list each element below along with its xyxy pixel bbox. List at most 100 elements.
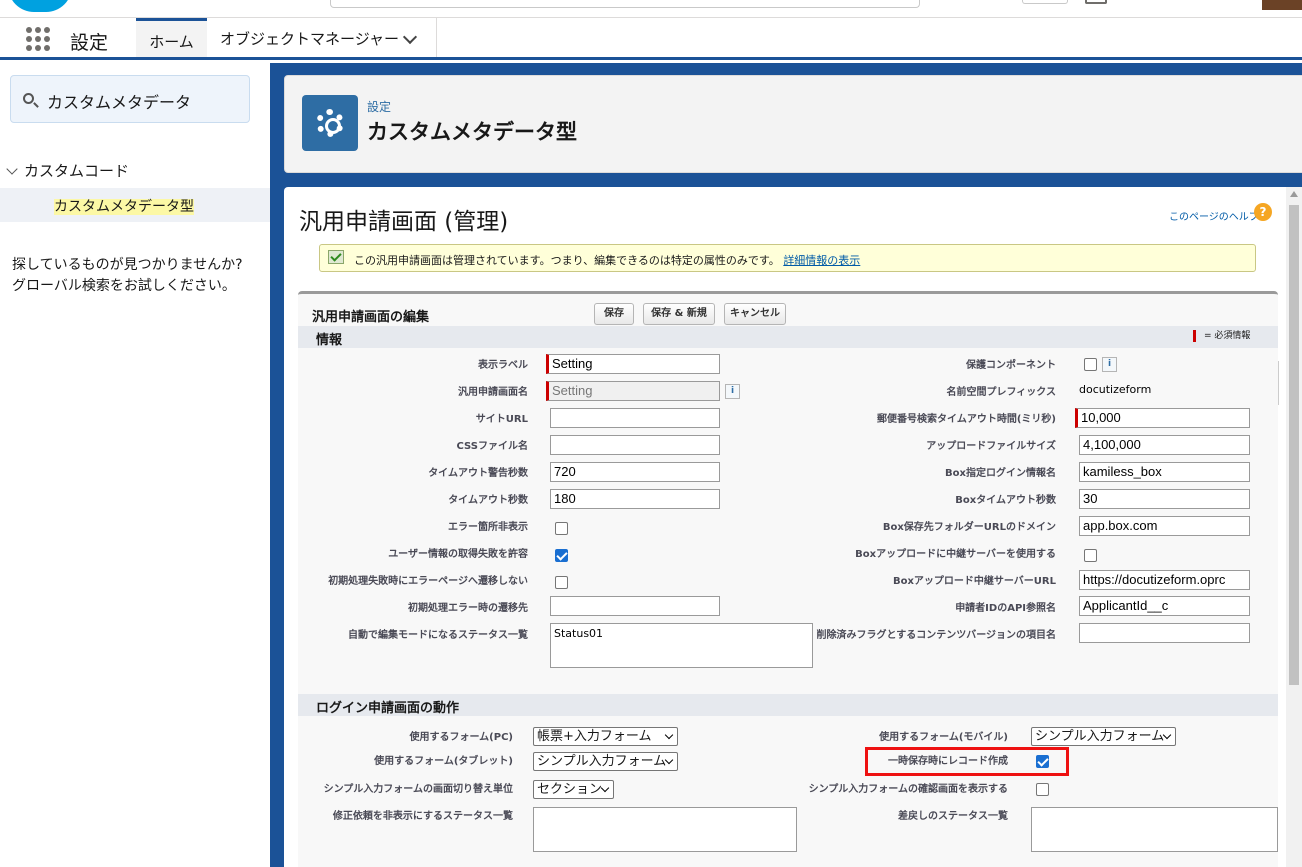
tab-home[interactable]: ホーム	[136, 18, 207, 57]
display-label-input[interactable]: Setting	[546, 354, 720, 374]
auto-edit-status-textarea[interactable]: Status01	[550, 623, 813, 668]
chevron-down-icon[interactable]	[402, 29, 418, 45]
favorites-button[interactable]	[1022, 0, 1068, 4]
no-error-page-checkbox[interactable]	[555, 576, 568, 589]
zip-timeout-input[interactable]: 10,000	[1075, 408, 1250, 428]
main-area: 設定 カスタムメタデータ型 汎用申請画面 (管理) このページのヘルプ ? この…	[270, 63, 1302, 867]
setup-sidebar: カスタムメタデータ カスタムコード カスタムメタデータ型 探しているものが見つか…	[0, 63, 270, 867]
salesforce-logo[interactable]	[8, 0, 72, 12]
record-title: 汎用申請画面 (管理)	[299, 209, 509, 235]
field-label: 削除済みフラグとするコンテンツバージョンの項目名	[816, 630, 1057, 641]
form-tablet-select[interactable]: シンプル入力フォーム	[533, 752, 678, 771]
field-label: サイトURL	[475, 414, 528, 425]
field-label: CSSファイル名	[456, 441, 528, 452]
namespace-value: docutizeform	[1079, 383, 1152, 396]
upload-size-input[interactable]: 4,100,000	[1079, 435, 1250, 455]
field-label: Boxアップロード中継サーバーURL	[892, 576, 1056, 587]
info-icon[interactable]: i	[1102, 357, 1117, 372]
not-found-line: 探しているものが見つかりませんか?	[12, 257, 243, 273]
avatar[interactable]	[1262, 0, 1302, 10]
search-icon	[23, 93, 34, 104]
field-label: 差戻しのステータス一覧	[898, 811, 1008, 822]
deleted-flag-input[interactable]	[1079, 623, 1250, 643]
save-new-button[interactable]: 保存 & 新規	[643, 303, 715, 325]
timeout-input[interactable]: 180	[550, 489, 720, 509]
section-title: 情報	[316, 333, 343, 348]
box-timeout-input[interactable]: 30	[1079, 489, 1250, 509]
quick-find-input[interactable]: カスタムメタデータ	[10, 75, 250, 123]
form-pc-select[interactable]: 帳票+入力フォーム	[533, 727, 678, 746]
global-header	[0, 0, 1302, 18]
field-label: シンプル入力フォームの画面切り替え単位	[323, 784, 513, 795]
field-label: 郵便番号検索タイムアウト時間(ミリ秒)	[877, 414, 1056, 425]
cancel-button[interactable]: キャンセル	[724, 303, 786, 325]
field-label: 表示ラベル	[478, 360, 528, 371]
field-label: Boxタイムアウト秒数	[955, 495, 1056, 506]
vertical-scrollbar[interactable]	[1286, 187, 1302, 867]
switch-unit-select[interactable]: セクション	[533, 780, 614, 799]
css-file-input[interactable]	[550, 435, 720, 455]
app-launcher-icon[interactable]	[26, 27, 50, 51]
app-name: 設定	[70, 32, 109, 54]
info-check-icon	[328, 250, 344, 264]
section-header-login: ログイン申請画面の動作	[298, 694, 1278, 716]
required-legend: = 必須情報	[1193, 330, 1250, 342]
tab-object-manager[interactable]: オブジェクトマネージャー	[207, 18, 437, 57]
init-error-dest-input[interactable]	[550, 596, 720, 616]
save-button[interactable]: 保存	[594, 303, 634, 325]
site-url-input[interactable]	[550, 408, 720, 428]
form-mobile-select[interactable]: シンプル入力フォーム	[1031, 727, 1176, 746]
info-message: この汎用申請画面は管理されています。つまり、編集できるのは特定の属性のみです。 …	[319, 244, 1256, 272]
box-domain-input[interactable]: app.box.com	[1079, 516, 1250, 536]
field-label: 修正依頼を非表示にするステータス一覧	[332, 811, 513, 822]
help-icon[interactable]	[1085, 0, 1107, 4]
not-found-hint: 探しているものが見つかりませんか? グローバル検索をお試しください。	[12, 255, 262, 297]
annotation-highlight-box	[865, 747, 1069, 776]
field-label: ユーザー情報の取得失敗を許容	[388, 549, 528, 560]
details-link[interactable]: 詳細情報の表示	[783, 254, 860, 267]
hide-error-checkbox[interactable]	[555, 522, 568, 535]
field-label: 初期処理エラー時の遷移先	[408, 603, 528, 614]
box-login-input[interactable]: kamiless_box	[1079, 462, 1250, 482]
box-relay-url-input[interactable]: https://docutizeform.oprc	[1079, 570, 1250, 590]
field-label: 自動で編集モードになるステータス一覧	[348, 630, 528, 641]
content-panel: 汎用申請画面 (管理) このページのヘルプ ? この汎用申請画面は管理されていま…	[284, 187, 1302, 867]
page-header: 設定 カスタムメタデータ型	[284, 75, 1302, 173]
info-icon[interactable]: i	[725, 384, 740, 399]
edit-form-title: 汎用申請画面の編集	[312, 310, 430, 325]
field-label: 使用するフォーム(タブレット)	[374, 756, 513, 767]
field-label: 申請者IDのAPI参照名	[955, 603, 1056, 614]
question-icon[interactable]: ?	[1254, 203, 1272, 221]
tree-item-label: カスタムメタデータ型	[54, 199, 194, 215]
tree-item-custom-code[interactable]: カスタムコード	[6, 160, 129, 181]
field-label: Box保存先フォルダーURLのドメイン	[882, 522, 1056, 533]
navigation-bar: 設定 ホーム オブジェクトマネージャー	[0, 18, 1302, 60]
breadcrumb[interactable]: 設定	[367, 98, 391, 115]
applicant-id-input[interactable]: ApplicantId__c	[1079, 596, 1250, 616]
protected-component-checkbox[interactable]	[1084, 358, 1097, 371]
show-confirm-checkbox[interactable]	[1036, 783, 1049, 796]
chevron-down-icon[interactable]	[6, 163, 18, 175]
hide-fix-status-textarea[interactable]	[533, 807, 797, 852]
timeout-warning-input[interactable]: 720	[550, 462, 720, 482]
field-label: 使用するフォーム(PC)	[409, 732, 513, 743]
edit-form: 汎用申請画面の編集 保存 保存 & 新規 キャンセル 情報 = 必須情報 表示ラ…	[298, 291, 1278, 867]
field-label: シンプル入力フォームの確認画面を表示する	[808, 784, 1008, 795]
not-found-line: グローバル検索をお試しください。	[12, 278, 236, 294]
field-label: Boxアップロードに中継サーバーを使用する	[855, 549, 1056, 560]
allow-user-fail-checkbox[interactable]	[555, 549, 568, 562]
tab-object-manager-label: オブジェクトマネージャー	[220, 30, 399, 48]
return-status-textarea[interactable]	[1031, 807, 1278, 852]
field-label: エラー箇所非表示	[448, 522, 528, 533]
name-input: Setting	[546, 381, 720, 401]
field-label: 初期処理失敗時にエラーページへ遷移しない	[328, 576, 528, 587]
field-label: タイムアウト秒数	[448, 495, 528, 506]
field-label: 使用するフォーム(モバイル)	[879, 732, 1008, 743]
tree-item-custom-metadata-types[interactable]: カスタムメタデータ型	[0, 188, 270, 222]
box-relay-checkbox[interactable]	[1084, 549, 1097, 562]
field-label: タイムアウト警告秒数	[428, 468, 528, 479]
tree-item-label: カスタムコード	[24, 162, 130, 180]
global-search-input[interactable]	[330, 0, 920, 8]
section-header-info: 情報 = 必須情報	[298, 326, 1278, 348]
page-help-link[interactable]: このページのヘルプ	[1169, 208, 1259, 223]
